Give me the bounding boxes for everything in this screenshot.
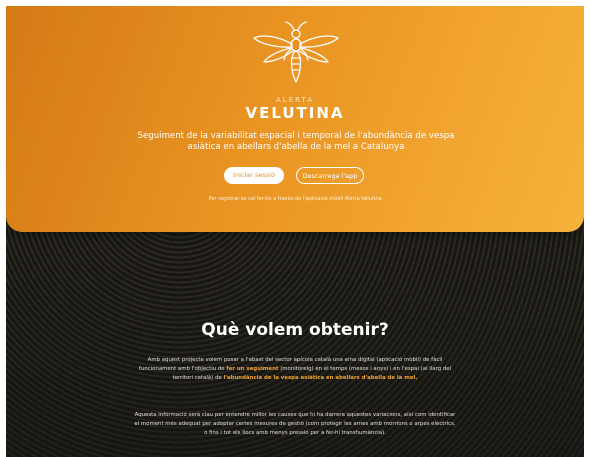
viewport: ALERTA VELUTINA Seguiment de la variabil… (6, 6, 584, 457)
highlight-abundance: l'abundància de la vespa asiàtica en abe… (223, 375, 418, 381)
page: ALERTA VELUTINA Seguiment de la variabil… (0, 0, 590, 457)
registration-note: Per registrar-se cal fer-ho a través de … (208, 196, 382, 202)
brand-title: VELUTINA (245, 104, 345, 122)
download-app-button[interactable]: Descarrega l'app (296, 167, 364, 184)
hero-subtitle: Seguiment de la variabilitat espacial i … (137, 131, 455, 152)
hero-banner: ALERTA VELUTINA Seguiment de la variabil… (6, 6, 584, 232)
highlight-tracking: fer un seguiment (226, 366, 279, 372)
wasp-icon (253, 21, 339, 83)
intro-paragraph: Amb aquest projecte volem posar a l'abas… (134, 356, 456, 383)
login-button[interactable]: Iniciar sessió (224, 167, 284, 184)
info-paragraph: Aquesta informació serà clau per entendr… (134, 412, 456, 436)
section-title: Què volem obtenir? (201, 320, 389, 340)
brand-subtitle: ALERTA (276, 96, 314, 104)
